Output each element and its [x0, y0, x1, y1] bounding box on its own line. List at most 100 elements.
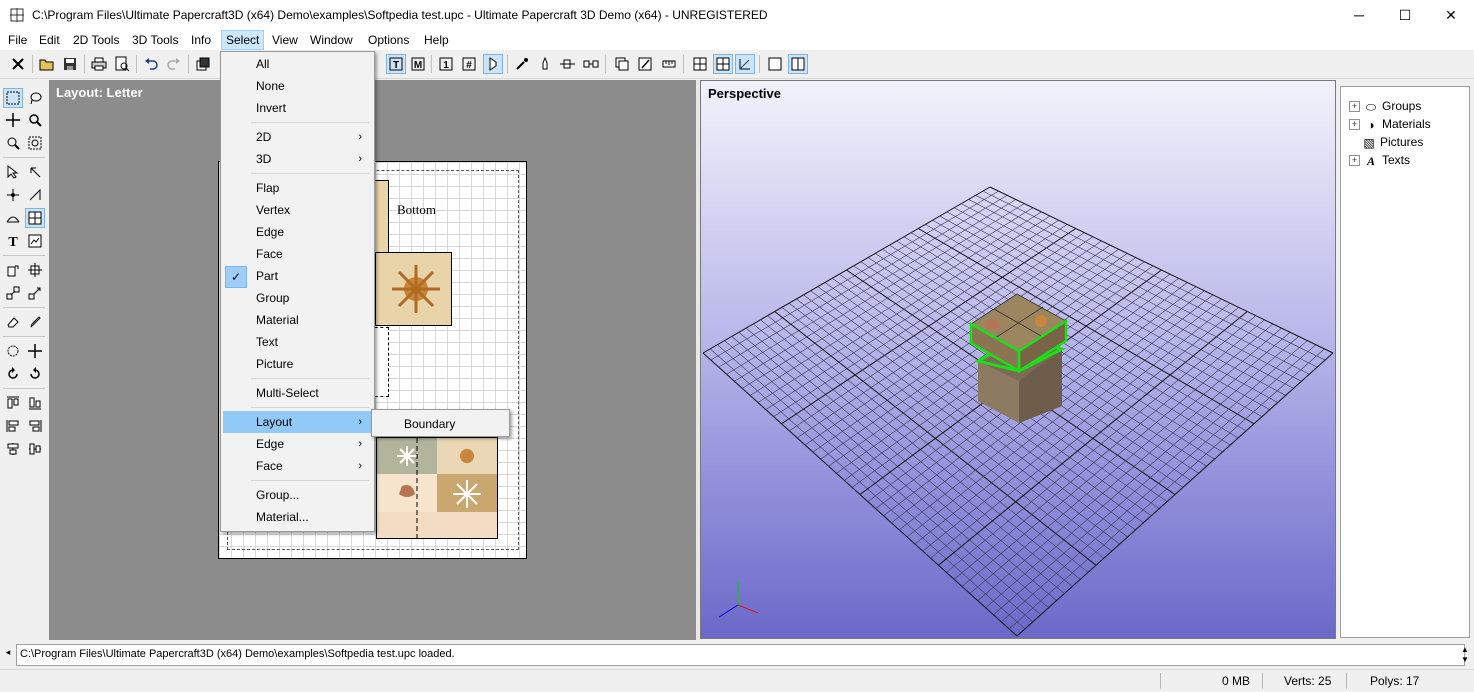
print-preview-button[interactable]: [112, 54, 132, 74]
material-frame-button[interactable]: M: [408, 54, 428, 74]
print-button[interactable]: [89, 54, 109, 74]
menu-item-part[interactable]: ✓ Part: [223, 265, 372, 288]
menu-item-all[interactable]: All: [223, 53, 372, 75]
menu-item-picture[interactable]: Picture: [223, 353, 372, 375]
edit-layout-button[interactable]: [635, 54, 655, 74]
center-horizontal-tool[interactable]: [3, 439, 23, 459]
scale-tool[interactable]: [3, 283, 23, 303]
part-net-faces[interactable]: [376, 437, 498, 539]
maximize-button[interactable]: ☐: [1382, 0, 1428, 30]
menu-3d-tools[interactable]: 3D Tools: [128, 30, 182, 50]
grid-tool[interactable]: [25, 208, 45, 228]
expand-icon[interactable]: +: [1349, 155, 1360, 167]
menu-item-flap[interactable]: Flap: [223, 177, 372, 199]
menu-item-material[interactable]: Material: [223, 309, 372, 331]
pencil-tool[interactable]: [25, 312, 45, 332]
grid-display-button[interactable]: [713, 54, 733, 74]
log-toggle-icon[interactable]: ◂: [3, 647, 13, 661]
open-button[interactable]: [37, 54, 57, 74]
menu-info[interactable]: Info: [187, 30, 215, 50]
copy-layout-button[interactable]: [612, 54, 632, 74]
undo-button[interactable]: [141, 54, 161, 74]
zoom-window-tool[interactable]: [25, 133, 45, 153]
part-number-button[interactable]: 1: [436, 54, 456, 74]
menu-item-vertex[interactable]: Vertex: [223, 199, 372, 221]
pan-tool[interactable]: [3, 110, 23, 130]
rect-select-tool[interactable]: [3, 88, 23, 108]
tree-item-pictures[interactable]: ▧ Pictures: [1362, 133, 1423, 151]
menu-view[interactable]: View: [268, 30, 302, 50]
align-left-tool[interactable]: [3, 416, 23, 436]
menu-item-2d[interactable]: 2D ›: [223, 126, 372, 148]
center-vertical-tool[interactable]: [25, 439, 45, 459]
menu-item-layout-face[interactable]: Face ›: [223, 455, 372, 477]
menu-item-group-dialog[interactable]: Group...: [223, 484, 372, 506]
zoom-fit-tool[interactable]: [3, 133, 23, 153]
perspective-view[interactable]: Perspective: [700, 80, 1336, 639]
menu-item-material-dialog[interactable]: Material...: [223, 506, 372, 528]
rotate-left-tool[interactable]: [3, 341, 23, 361]
scale-free-tool[interactable]: [25, 283, 45, 303]
axes-button[interactable]: [735, 54, 755, 74]
move-vertex-tool[interactable]: [3, 185, 23, 205]
menu-item-none[interactable]: None: [223, 75, 372, 97]
menu-select[interactable]: Select: [221, 30, 265, 50]
eraser-tool[interactable]: [3, 312, 23, 332]
flap-angle-tool[interactable]: [25, 185, 45, 205]
text-frame-button[interactable]: T: [386, 54, 406, 74]
menu-item-multi-select[interactable]: Multi-Select: [223, 382, 372, 404]
menu-item-3d[interactable]: 3D ›: [223, 148, 372, 170]
grid-button[interactable]: [690, 54, 710, 74]
expand-icon[interactable]: +: [1349, 101, 1360, 113]
align-right-tool[interactable]: [25, 416, 45, 436]
menu-help[interactable]: Help: [420, 30, 453, 50]
menu-item-layout[interactable]: Layout ›: [223, 411, 372, 433]
menu-options[interactable]: Options: [364, 30, 413, 50]
move-part-tool[interactable]: [25, 260, 45, 280]
menu-item-group[interactable]: Group: [223, 287, 372, 309]
join-button[interactable]: [581, 54, 601, 74]
tree-item-materials[interactable]: + ◑ Materials: [1349, 115, 1431, 133]
menu-item-text[interactable]: Text: [223, 331, 372, 353]
menu-item-layout-edge[interactable]: Edge ›: [223, 433, 372, 455]
delete-tool-button[interactable]: [8, 54, 28, 74]
split-view-button[interactable]: [788, 54, 808, 74]
menu-window[interactable]: Window: [306, 30, 357, 50]
text-tool[interactable]: T: [3, 231, 23, 251]
menu-file[interactable]: File: [4, 30, 31, 50]
minimize-button[interactable]: ─: [1336, 0, 1382, 30]
menu-edit[interactable]: Edit: [35, 30, 64, 50]
align-bottom-tool[interactable]: [25, 393, 45, 413]
import-button[interactable]: [193, 54, 213, 74]
edge-number-button[interactable]: #: [459, 54, 479, 74]
part-face-sun[interactable]: [375, 252, 452, 326]
lasso-select-tool[interactable]: [25, 88, 45, 108]
rotate-ccw-tool[interactable]: [25, 364, 45, 384]
move-edge-button[interactable]: [558, 54, 578, 74]
menu-item-edge[interactable]: Edge: [223, 221, 372, 243]
menu-2d-tools[interactable]: 2D Tools: [69, 30, 123, 50]
rotate-part-tool[interactable]: [3, 260, 23, 280]
save-button[interactable]: [60, 54, 80, 74]
move-cross-tool[interactable]: [25, 341, 45, 361]
menu-item-invert[interactable]: Invert: [223, 97, 372, 119]
flap-button[interactable]: [483, 54, 503, 74]
select-arrow-tool[interactable]: [3, 162, 23, 182]
submenu-item-boundary[interactable]: Boundary: [374, 412, 507, 434]
eyedropper-button[interactable]: [512, 54, 532, 74]
rotate-cw-tool[interactable]: [3, 364, 23, 384]
zoom-tool[interactable]: [25, 110, 45, 130]
close-button[interactable]: ✕: [1428, 0, 1474, 30]
paint-button[interactable]: [535, 54, 555, 74]
select-vertex-tool[interactable]: [25, 162, 45, 182]
expand-icon[interactable]: +: [1349, 119, 1360, 131]
redo-button[interactable]: [164, 54, 184, 74]
measure-button[interactable]: [659, 54, 679, 74]
menu-item-face[interactable]: Face: [223, 243, 372, 265]
single-view-button[interactable]: [765, 54, 785, 74]
scroll-down-icon[interactable]: ▼: [1459, 655, 1471, 665]
picture-tool[interactable]: [25, 231, 45, 251]
curve-tool[interactable]: [3, 208, 23, 228]
tree-item-texts[interactable]: + A Texts: [1349, 151, 1410, 169]
scroll-up-icon[interactable]: ▲: [1459, 645, 1471, 655]
